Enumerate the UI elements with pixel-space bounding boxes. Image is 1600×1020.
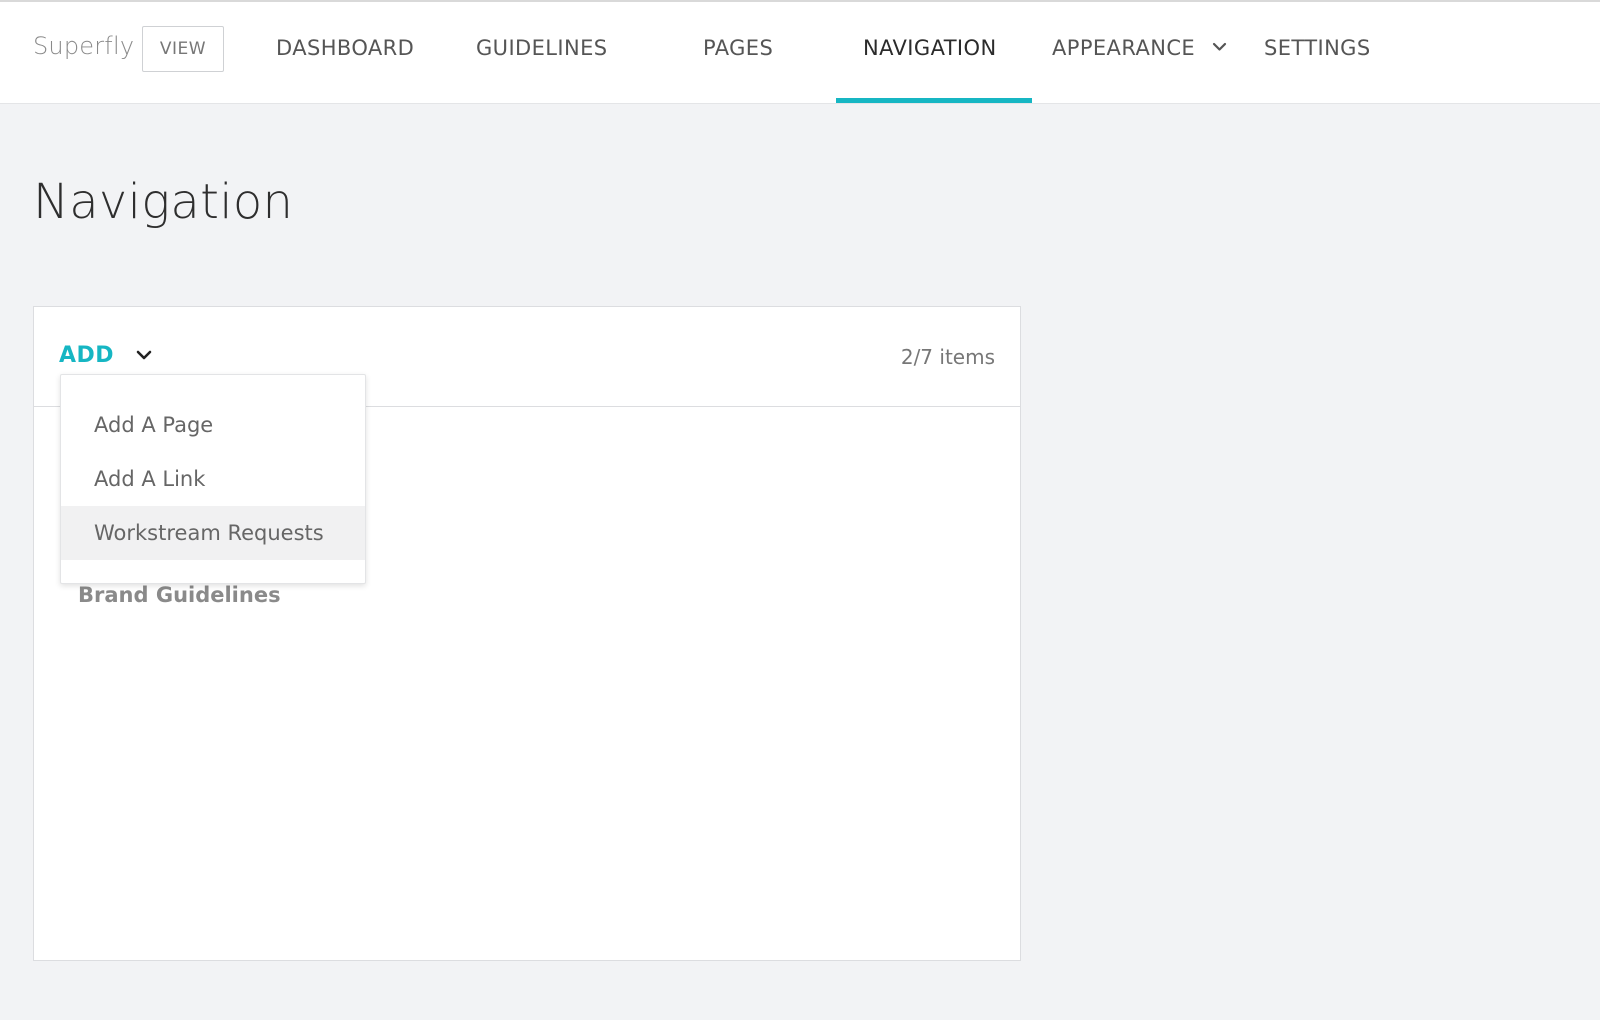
- nav-tab-dashboard[interactable]: DASHBOARD: [276, 2, 414, 103]
- top-navigation-bar: Superfly VIEW DASHBOARD GUIDELINES PAGES…: [0, 2, 1600, 104]
- navigation-list-item[interactable]: Brand Guidelines: [78, 583, 281, 607]
- menu-item-add-a-page[interactable]: Add A Page: [61, 398, 365, 452]
- menu-item-add-a-link[interactable]: Add A Link: [61, 452, 365, 506]
- chevron-down-icon: [1213, 42, 1227, 51]
- nav-tab-appearance-label: APPEARANCE: [1052, 36, 1196, 60]
- active-tab-indicator: [836, 98, 1032, 103]
- nav-tab-navigation[interactable]: NAVIGATION: [863, 2, 997, 103]
- add-dropdown-menu: Add A Page Add A Link Workstream Request…: [60, 374, 366, 584]
- brand-name: Superfly: [33, 32, 135, 60]
- page-title: Navigation: [33, 174, 294, 230]
- view-button[interactable]: VIEW: [142, 26, 224, 72]
- add-button-label: ADD: [59, 343, 115, 368]
- nav-tab-appearance[interactable]: APPEARANCE: [1052, 2, 1227, 103]
- item-count: 2/7 items: [900, 345, 995, 369]
- nav-tab-settings[interactable]: SETTINGS: [1264, 2, 1371, 103]
- menu-item-workstream-requests[interactable]: Workstream Requests: [61, 506, 365, 560]
- nav-tab-pages[interactable]: PAGES: [703, 2, 773, 103]
- nav-tab-guidelines[interactable]: GUIDELINES: [476, 2, 607, 103]
- add-dropdown-button[interactable]: ADD: [59, 343, 152, 368]
- chevron-down-icon: [136, 350, 152, 360]
